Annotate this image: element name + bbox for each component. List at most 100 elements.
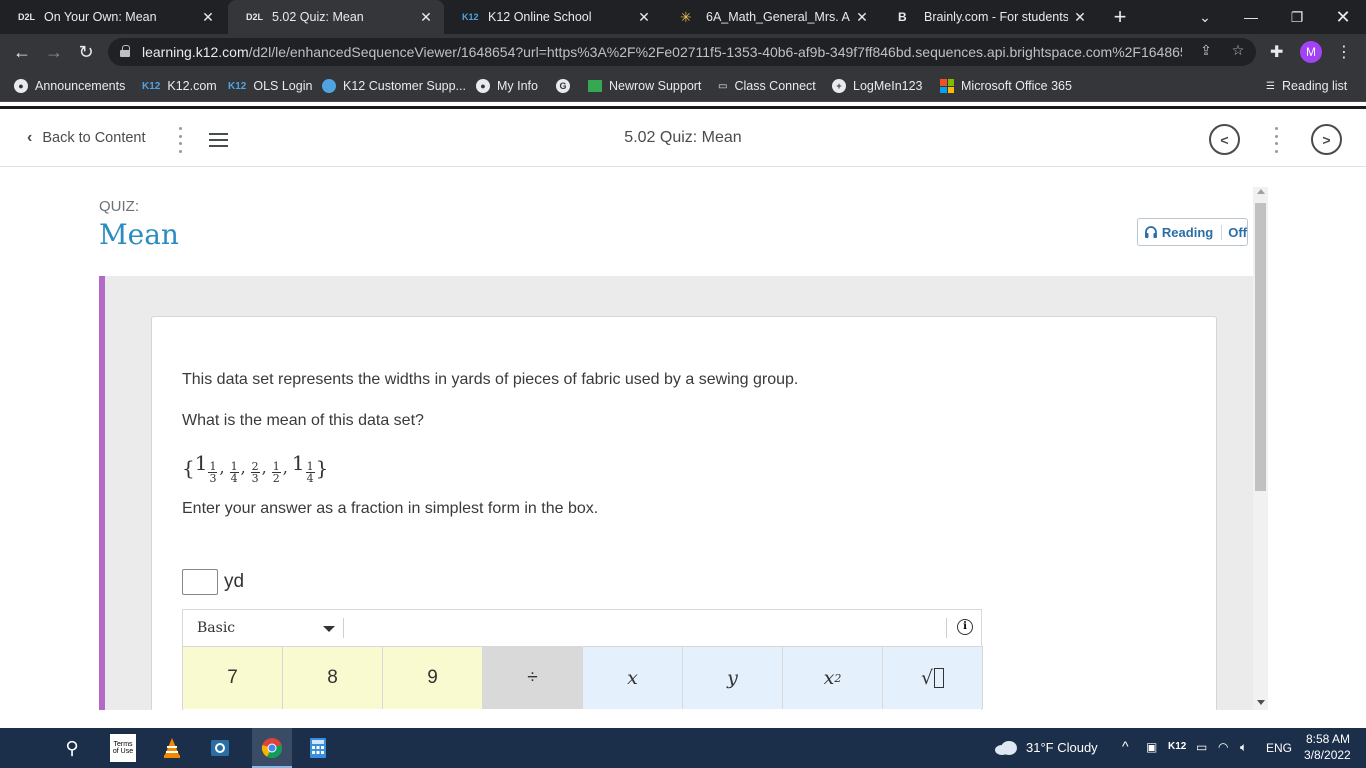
separator: , [240,458,246,477]
forward-arrow-icon[interactable]: → [42,40,66,64]
brace-close: } [315,455,329,480]
close-icon[interactable]: ✕ [1068,9,1092,26]
tab-title: 5.02 Quiz: Mean [272,10,364,24]
keypad-keys: 7 8 9 ÷ x y x2 √ [183,647,983,710]
browser-toolbar: ← → ↻ learning.k12.com/d2l/le/enhancedSe… [0,34,1366,70]
bookmark-k12-support[interactable]: K12 Customer Supp... [322,76,466,96]
key-divide[interactable]: ÷ [483,647,583,709]
close-icon[interactable]: ✕ [414,9,438,26]
bookmark-announcements[interactable]: ● Announcements [14,76,125,96]
key-x[interactable]: x [583,647,683,709]
next-circle-icon[interactable]: > [1311,124,1342,155]
weather-text[interactable]: 31°F Cloudy [1026,740,1098,755]
bookmark-class-connect[interactable]: ▭ Class Connect [718,76,816,96]
cloud-icon [322,79,336,93]
bookmark-label: K12.com [167,79,217,93]
share-icon[interactable]: ⇪ [1196,42,1216,62]
address-bar[interactable]: learning.k12.com/d2l/le/enhancedSequence… [108,38,1256,66]
menu-kebab-icon[interactable]: ⋮ [1336,42,1352,62]
quiz-content: QUIZ: Mean Reading Off This data set rep… [0,167,1366,710]
info-icon[interactable]: i [957,619,973,635]
bookmark-office365[interactable]: Microsoft Office 365 [940,76,1072,96]
back-arrow-icon[interactable]: ← [10,40,34,64]
bookmark-k12[interactable]: K12 K12.com [142,76,217,96]
battery-icon[interactable]: ▭ [1196,740,1207,754]
cloud-weather-icon[interactable] [994,736,1018,760]
clock-date[interactable]: 3/8/2022 [1304,748,1351,762]
scroll-down-icon[interactable] [1257,700,1265,705]
question-panel: This data set represents the widths in y… [99,276,1253,710]
k12-tray-icon[interactable]: K12 [1168,741,1186,752]
key-base: x [823,667,835,689]
key-y[interactable]: y [683,647,783,709]
bookmark-label: OLS Login [253,79,313,93]
chrome-icon[interactable] [260,736,284,760]
url-text[interactable]: learning.k12.com/d2l/le/enhancedSequence… [142,44,1182,60]
key-x-squared[interactable]: x2 [783,647,883,709]
key-9[interactable]: 9 [383,647,483,709]
clock-time[interactable]: 8:58 AM [1306,732,1350,746]
tray-app-icon[interactable]: ▣ [1146,740,1157,754]
tab-search-chevron-icon[interactable]: ⌄ [1182,0,1228,34]
tab-quiz-mean[interactable]: D2L 5.02 Quiz: Mean ✕ [228,0,444,34]
reading-list-label: Reading list [1281,79,1348,93]
keypad-mode-select[interactable]: Basic [197,620,235,636]
language-indicator[interactable]: ENG [1266,741,1292,755]
bookmarks-bar: ● Announcements K12 K12.com K12 OLS Login K… [0,70,1366,102]
bookmark-ols-login[interactable]: K12 OLS Login [228,76,312,96]
bookmark-newrow[interactable]: Newrow Support [588,76,701,96]
bookmark-label: Microsoft Office 365 [961,79,1072,93]
mixed-number: 114 [291,451,315,485]
tab-6a-math[interactable]: ✳ 6A_Math_General_Mrs. Allpo ✕ [662,0,880,34]
key-8[interactable]: 8 [283,647,383,709]
reading-list-button[interactable]: ☰ Reading list [1266,76,1347,96]
tab-on-your-own[interactable]: D2L On Your Own: Mean ✕ [0,0,226,34]
restore-icon[interactable]: ❐ [1274,0,1320,34]
terms-of-use-icon[interactable]: Terms of Use [110,734,136,762]
bookmark-my-info[interactable]: ● My Info [476,76,538,96]
close-icon[interactable]: ✕ [850,9,874,26]
reload-icon[interactable]: ↻ [74,40,98,64]
windows-start-icon[interactable] [14,738,34,758]
url-path: /d2l/le/enhancedSequenceViewer/1648654?u… [248,44,1182,60]
google-bookmark[interactable]: G [556,76,577,96]
divider [946,618,947,638]
extensions-puzzle-icon[interactable]: ✚ [1270,42,1283,62]
bookmark-star-icon[interactable]: ☆ [1228,42,1248,62]
question-context: This data set represents the widths in y… [182,371,799,388]
key-7[interactable]: 7 [183,647,283,709]
key-sqrt[interactable]: √ [883,647,983,709]
reading-toggle-button[interactable]: Reading Off [1137,218,1248,246]
monitor-icon: ▭ [718,80,728,92]
answer-input[interactable] [182,569,218,595]
scroll-thumb[interactable] [1255,203,1266,491]
content-scrollbar[interactable] [1253,187,1268,710]
volume-icon[interactable]: 🔈︎ [1240,740,1247,755]
close-icon[interactable]: ✕ [196,9,220,26]
separator: , [219,458,225,477]
minimize-icon[interactable]: — [1228,0,1274,34]
vlc-icon[interactable] [160,736,184,760]
scroll-up-icon[interactable] [1257,189,1265,194]
caret-down-icon[interactable] [323,626,335,632]
d2l-favicon-icon: D2L [18,12,36,22]
tab-k12-online-school[interactable]: K12 K12 Online School ✕ [444,0,662,34]
calculator-icon[interactable] [306,736,330,760]
close-icon[interactable]: ✕ [632,9,656,26]
wifi-icon[interactable]: ◠ [1218,740,1228,754]
bookmark-label: LogMeIn123 [853,79,923,93]
plus-circle-icon: + [832,79,846,93]
new-tab-plus-icon[interactable]: + [1108,4,1132,30]
k12-icon: K12 [142,80,161,92]
tab-brainly[interactable]: B Brainly.com - For students. B ✕ [880,0,1098,34]
fraction: 23 [250,460,260,485]
search-icon[interactable]: ⚲ [60,736,84,760]
profile-avatar[interactable]: M [1300,41,1322,63]
window-close-icon[interactable]: ✕ [1320,0,1366,34]
bookmark-logmein[interactable]: + LogMeIn123 [832,76,923,96]
fraction: 12 [271,460,281,485]
previous-circle-icon[interactable]: < [1209,124,1240,155]
class-connect-app-icon[interactable] [208,736,232,760]
fraction: 14 [229,460,239,485]
chevron-up-icon[interactable]: ^ [1122,738,1129,754]
